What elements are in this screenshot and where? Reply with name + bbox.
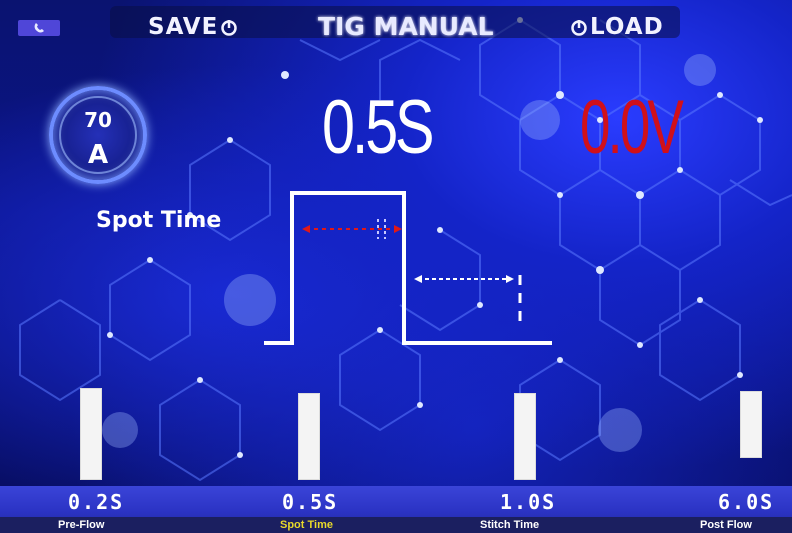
current-value: 70 xyxy=(84,108,112,132)
top-bar: SAVE TIG MANUAL LOAD xyxy=(0,0,792,44)
phone-button[interactable] xyxy=(18,20,60,36)
pre-flow-value[interactable]: 0.2S xyxy=(68,490,124,514)
parameter-label-strip xyxy=(0,517,792,533)
stitch-time-value[interactable]: 1.0S xyxy=(500,490,556,514)
power-icon xyxy=(571,20,587,36)
post-flow-label[interactable]: Post Flow xyxy=(700,519,752,531)
post-flow-bar[interactable] xyxy=(740,391,762,458)
voltage-readout: 0.0V xyxy=(580,85,684,170)
current-gauge[interactable]: 70 A xyxy=(49,86,147,184)
time-readout: 0.5S xyxy=(322,85,435,170)
stitch-time-label[interactable]: Stitch Time xyxy=(480,519,539,531)
parameter-bar: 0.2S Pre-Flow 0.5S Spot Time 1.0S Stitch… xyxy=(0,486,792,533)
spot-time-bar[interactable] xyxy=(298,393,320,480)
power-icon xyxy=(221,20,238,36)
load-button[interactable]: LOAD xyxy=(568,14,664,40)
selected-parameter-label: Spot Time xyxy=(96,208,222,233)
mode-title: TIG MANUAL xyxy=(318,12,494,41)
pre-flow-bar[interactable] xyxy=(80,388,102,480)
pre-flow-label[interactable]: Pre-Flow xyxy=(58,519,104,531)
stitch-time-arrow xyxy=(414,275,522,327)
save-button[interactable]: SAVE xyxy=(148,14,240,40)
spot-time-label[interactable]: Spot Time xyxy=(280,519,333,531)
waveform-diagram xyxy=(264,191,552,345)
welder-screen: SAVE TIG MANUAL LOAD 70 A Spot Time 0.5S… xyxy=(0,0,792,533)
save-label: SAVE xyxy=(148,14,219,40)
current-unit: A xyxy=(87,140,109,170)
spot-time-arrow xyxy=(302,219,402,239)
spot-time-value[interactable]: 0.5S xyxy=(282,490,338,514)
waveform-line xyxy=(264,191,552,345)
stitch-time-bar[interactable] xyxy=(514,393,536,480)
post-flow-value[interactable]: 6.0S xyxy=(718,490,774,514)
load-label: LOAD xyxy=(590,14,664,40)
phone-icon xyxy=(34,23,44,33)
